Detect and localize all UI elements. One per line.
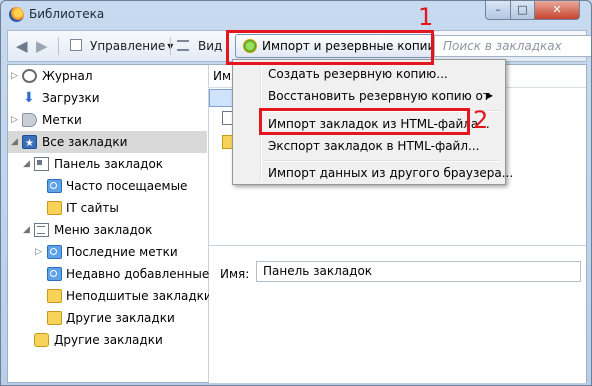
menu-item-label: Импорт данных из другого браузера... [268, 166, 514, 180]
window-title: Библиотека [29, 7, 105, 21]
sidebar-item-label: Метки [42, 113, 82, 127]
search-box[interactable] [434, 35, 591, 57]
sidebar-item-other-bookmarks-sub[interactable]: Другие закладки [8, 307, 207, 329]
folder-icon [47, 289, 62, 303]
sidebar-item-label: IT сайты [66, 201, 119, 215]
sidebar-item-label: Загрузки [42, 91, 100, 105]
views-icon[interactable] [177, 40, 189, 51]
expand-triangle-icon[interactable]: ▷ [11, 109, 18, 131]
star-arrow-icon [243, 39, 257, 53]
forward-arrow-icon[interactable]: ▶ [36, 31, 48, 61]
sidebar-item-label: Часто посещаемые [66, 179, 188, 193]
sidebar-tree: ▷ Журнал Загрузки ▷ Метки ◢ Все закладки… [8, 65, 212, 382]
views-label: Вид [198, 39, 223, 53]
toolbar-separator [170, 37, 171, 55]
sidebar-item-label: Другие закладки [66, 311, 175, 325]
import-backup-button[interactable]: Импорт и резервные копии▼ [235, 34, 443, 58]
name-label: Имя: [220, 267, 250, 281]
details-pane: Имя: Панель закладок [209, 245, 586, 383]
sidebar-item-label: Журнал [42, 69, 93, 83]
library-toolbar: ◀ ▶ Управление▼ Вид Импорт и резервные к… [7, 30, 591, 62]
sidebar-item-label: Панель закладок [54, 157, 164, 171]
import-backup-label: Импорт и резервные копии [262, 39, 436, 53]
sidebar-item-bookmarks-menu[interactable]: ◢ Меню закладок [8, 219, 207, 241]
minimize-button[interactable]: – [485, 1, 511, 20]
sidebar-item-all-bookmarks[interactable]: ◢ Все закладки [8, 131, 207, 155]
toolbar-separator [58, 37, 59, 55]
folder-icon [47, 201, 62, 215]
sidebar-item-label: Меню закладок [54, 223, 153, 237]
menu-item-label: Восстановить резервную копию от [268, 89, 490, 103]
sidebar-item-other-bookmarks[interactable]: Другие закладки [8, 329, 207, 351]
clock-icon [22, 69, 37, 83]
menu-item-label: Импорт закладок из HTML-файла... [268, 117, 490, 131]
sidebar-item-it-sites[interactable]: IT сайты [8, 197, 207, 219]
search-input[interactable] [443, 37, 591, 55]
menu-item-restore[interactable]: Восстановить резервную копию от ▶ [235, 85, 503, 107]
sidebar-item-recent-tags[interactable]: ▷ Последние метки [8, 241, 207, 263]
maximize-button[interactable]: □ [510, 1, 535, 20]
sidebar-item-tags[interactable]: ▷ Метки [8, 109, 207, 131]
menu-item-import-browser[interactable]: Импорт данных из другого браузера... [235, 162, 513, 184]
collapse-triangle-icon[interactable]: ◢ [23, 153, 30, 175]
organize-button[interactable]: Управление▼ [90, 31, 173, 61]
sidebar-item-history[interactable]: ▷ Журнал [8, 65, 207, 87]
menu-separator [263, 110, 499, 112]
close-button[interactable]: ✕ [534, 1, 580, 20]
collapse-triangle-icon[interactable]: ◢ [23, 219, 30, 241]
smart-folder-icon [47, 245, 62, 259]
import-backup-menu: Создать резервную копию... Восстановить … [232, 59, 513, 185]
collapse-triangle-icon[interactable]: ◢ [11, 131, 18, 153]
expand-triangle-icon[interactable]: ▷ [11, 65, 18, 87]
sidebar-item-label: Последние метки [66, 245, 178, 259]
views-button[interactable]: Вид [198, 31, 222, 61]
menu-item-label: Создать резервную копию... [268, 67, 448, 81]
tag-icon [22, 113, 37, 127]
library-window: Библиотека – □ ✕ ◀ ▶ Управление▼ Вид Имп… [0, 0, 592, 386]
firefox-icon [9, 7, 24, 22]
expand-triangle-icon[interactable]: ▷ [35, 241, 42, 263]
step1-number: 1 [418, 3, 434, 31]
sidebar-item-downloads[interactable]: Загрузки [8, 87, 207, 109]
sidebar-item-recently-added[interactable]: Недавно добавленные [8, 263, 210, 285]
folder-icon [47, 311, 62, 325]
sidebar-item-label: Недавно добавленные [66, 267, 210, 281]
sidebar-item-bookmarks-toolbar[interactable]: ◢ Панель закладок [8, 153, 207, 175]
smart-folder-icon [47, 179, 62, 193]
star-folder-icon [34, 333, 49, 347]
smart-folder-icon [47, 267, 62, 281]
sidebar-item-most-visited[interactable]: Часто посещаемые [8, 175, 207, 197]
back-arrow-icon[interactable]: ◀ [16, 31, 28, 61]
sidebar-item-label: Неподшитые закладки [66, 289, 212, 303]
menu-item-backup[interactable]: Создать резервную копию... [235, 63, 503, 85]
sidebar-item-unsorted[interactable]: Неподшитые закладки [8, 285, 212, 307]
name-field[interactable]: Панель закладок [256, 261, 581, 282]
download-icon [22, 87, 37, 109]
sidebar-item-label: Другие закладки [54, 333, 163, 347]
submenu-arrow-icon: ▶ [486, 91, 493, 100]
title-bar: Библиотека – □ ✕ [1, 1, 591, 29]
menu-item-import-html[interactable]: Импорт закладок из HTML-файла... [235, 113, 503, 135]
sidebar-item-label: Все закладки [42, 135, 128, 149]
step2-number: 2 [473, 106, 489, 134]
star-icon [22, 133, 37, 155]
menu-item-export-html[interactable]: Экспорт закладок в HTML-файл... [235, 135, 503, 157]
menu-item-label: Экспорт закладок в HTML-файл... [268, 139, 480, 153]
organize-label: Управление [90, 39, 166, 53]
organize-icon[interactable] [70, 39, 82, 51]
menu-icon [34, 223, 49, 237]
toolbar-icon [34, 157, 49, 171]
